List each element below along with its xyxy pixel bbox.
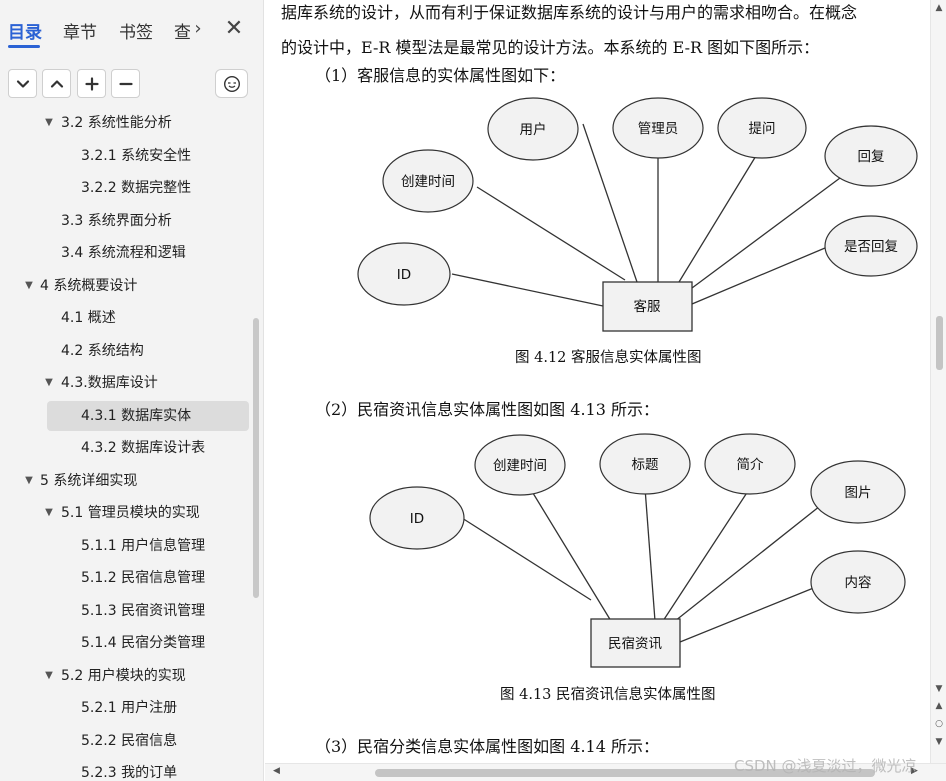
toc-item-label: 5.1.3 民宿资讯管理: [81, 602, 206, 619]
er-diagram-customer-service: 用户 管理员 提问 回复 创建时间 是否回复 ID 客服: [357, 97, 918, 332]
section-heading: （2）民宿资讯信息实体属性图如图 4.13 所示：: [315, 400, 659, 419]
toc-item[interactable]: 5.1.3 民宿资讯管理: [0, 596, 250, 626]
toc-item[interactable]: ▼ 3.2 系统性能分析: [0, 108, 250, 138]
tab-chapters[interactable]: 章节: [63, 18, 97, 43]
toc-item[interactable]: ▼ 5.2 用户模块的实现: [0, 661, 250, 691]
toc-item-label: 4.3.数据库设计: [61, 375, 158, 391]
sidebar-tabs: 目录 章节 书签 查 › ✕: [0, 0, 263, 60]
toc-item[interactable]: ▼ 4 系统概要设计: [0, 271, 250, 301]
active-tab-indicator: [8, 45, 40, 48]
scrollbar-thumb[interactable]: [936, 316, 943, 370]
expand-arrow-icon[interactable]: ▼: [42, 498, 56, 528]
face-icon: [223, 75, 240, 92]
next-page-icon[interactable]: ▼: [933, 736, 945, 748]
attribute-label: 提问: [749, 121, 776, 137]
toc-item-label: 5.1 管理员模块的实现: [61, 505, 200, 521]
expand-arrow-icon[interactable]: ▼: [42, 108, 56, 138]
toc-item[interactable]: 5.1.4 民宿分类管理: [0, 628, 250, 658]
attribute-label: 创建时间: [401, 174, 455, 190]
toc-item-label: 5.1.2 民宿信息管理: [81, 570, 206, 586]
outline-view-button[interactable]: [215, 69, 248, 98]
page-indicator-icon[interactable]: ○: [933, 718, 945, 730]
attribute-label: 管理员: [638, 121, 679, 137]
toc-item-label: 5.2.3 我的订单: [81, 765, 178, 781]
toc-item-label: 5.1.1 用户信息管理: [81, 537, 206, 554]
attribute-label: 创建时间: [493, 458, 547, 474]
attribute-label: 图片: [845, 485, 872, 501]
section-heading: （3）民宿分类信息实体属性图如图 4.14 所示：: [315, 737, 659, 756]
add-button[interactable]: [77, 69, 106, 98]
watermark: CSDN @浅夏淡过，微光凉: [734, 757, 917, 775]
toc-item-label: 5.2 用户模块的实现: [61, 667, 186, 684]
expand-up-button[interactable]: [42, 69, 71, 98]
outline-sidebar: 目录 章节 书签 查 › ✕ ▼ 3.2 系统性能分析 3.2.1 系统安全性 3.2…: [0, 0, 264, 781]
expand-arrow-icon[interactable]: ▼: [22, 466, 36, 496]
expand-arrow-icon[interactable]: ▼: [22, 271, 36, 301]
er-diagram-homestay-news: 创建时间 标题 简介 图片 ID 内容 民宿资讯: [369, 433, 906, 668]
toc-item-label: 3.2.2 数据完整性: [81, 180, 192, 196]
toc-item[interactable]: 3.4 系统流程和逻辑: [0, 238, 250, 268]
entity-label: 民宿资讯: [608, 635, 662, 652]
toc-item[interactable]: 4.2 系统结构: [0, 336, 250, 366]
attribute-label: 用户: [520, 121, 547, 138]
sidebar-scrollbar[interactable]: [253, 318, 259, 598]
minus-icon: [118, 82, 133, 85]
toc-item-label: 3.4 系统流程和逻辑: [61, 245, 186, 261]
attribute-label: ID: [397, 267, 411, 283]
toc-item[interactable]: 3.2.1 系统安全性: [0, 141, 250, 171]
toc-item-label: 5.2.1 用户注册: [81, 700, 178, 716]
attribute-label: 简介: [737, 456, 765, 473]
toc-item-label: 3.2.1 系统安全性: [81, 147, 192, 164]
entity-label: 客服: [634, 298, 662, 315]
toc-item[interactable]: 4.1 概述: [0, 303, 250, 333]
toc-item[interactable]: 5.1.1 用户信息管理: [0, 531, 250, 561]
er-diagram-canvas: 用户 管理员 提问 回复 创建时间 是否回复 ID 客服 创建时间 标题 简介 …: [357, 97, 918, 668]
toc-item[interactable]: 4.3.2 数据库设计表: [0, 433, 250, 463]
chevron-down-icon: [16, 79, 29, 88]
tab-bookmarks[interactable]: 书签: [119, 18, 153, 43]
toc-item-label: 4.3.1 数据库实体: [81, 407, 192, 424]
toc-item[interactable]: 3.2.2 数据完整性: [0, 173, 250, 203]
toc-item[interactable]: ▼ 5 系统详细实现: [0, 466, 250, 496]
attribute-label: 内容: [845, 574, 872, 591]
close-icon[interactable]: ✕: [222, 12, 246, 46]
toc-item-label: 3.3 系统界面分析: [61, 212, 172, 229]
expand-arrow-icon[interactable]: ▼: [42, 368, 56, 398]
figure-caption: 图 4.13 民宿资讯信息实体属性图: [500, 687, 716, 703]
scroll-down-icon[interactable]: ▼: [933, 683, 945, 695]
toc-item-label: 4.2 系统结构: [61, 342, 144, 359]
toc-item[interactable]: 5.1.2 民宿信息管理: [0, 563, 250, 593]
toc-item[interactable]: 4.3.1 数据库实体: [47, 400, 249, 431]
vertical-scrollbar[interactable]: ▲ ▼ ▲ ○ ▼: [930, 0, 946, 763]
attribute-label: 回复: [858, 148, 885, 165]
document-view: 据库系统的设计，从而有利于保证数据库系统的设计与用户的需求相吻合。在概念 的设计…: [265, 0, 930, 763]
toc-item[interactable]: 5.2.2 民宿信息: [0, 726, 250, 756]
toc-item-label: 5.2.2 民宿信息: [81, 732, 178, 749]
toc-item-label: 4.1 概述: [61, 310, 116, 326]
tab-toc[interactable]: 目录: [8, 18, 42, 43]
toc-item[interactable]: 5.2.1 用户注册: [0, 693, 250, 723]
toc-item-label: 4.3.2 数据库设计表: [81, 440, 206, 456]
attribute-label: ID: [410, 511, 424, 527]
toc-item-label: 5.1.4 民宿分类管理: [81, 635, 206, 651]
chevron-up-icon: [50, 79, 63, 88]
remove-button[interactable]: [111, 69, 140, 98]
attribute-label: 标题: [632, 457, 659, 473]
scroll-up-icon[interactable]: ▲: [933, 2, 945, 14]
toc-item[interactable]: ▼ 4.3.数据库设计: [0, 368, 250, 398]
expand-arrow-icon[interactable]: ▼: [42, 661, 56, 691]
toc-item-label: 5 系统详细实现: [40, 472, 138, 489]
plus-icon: [84, 76, 99, 91]
chevron-right-icon[interactable]: ›: [186, 12, 210, 46]
toc-item[interactable]: 5.2.3 我的订单: [0, 758, 250, 781]
toc-item-label: 4 系统概要设计: [40, 277, 138, 294]
attribute-label: 是否回复: [844, 238, 898, 255]
toc-item[interactable]: 3.3 系统界面分析: [0, 206, 250, 236]
figure-caption: 图 4.12 客服信息实体属性图: [515, 350, 702, 366]
previous-page-icon[interactable]: ▲: [933, 700, 945, 712]
scroll-left-icon[interactable]: ◀: [273, 766, 280, 776]
toc-item[interactable]: ▼ 5.1 管理员模块的实现: [0, 498, 250, 528]
collapse-all-button[interactable]: [8, 69, 37, 98]
toc-item-label: 3.2 系统性能分析: [61, 115, 172, 131]
